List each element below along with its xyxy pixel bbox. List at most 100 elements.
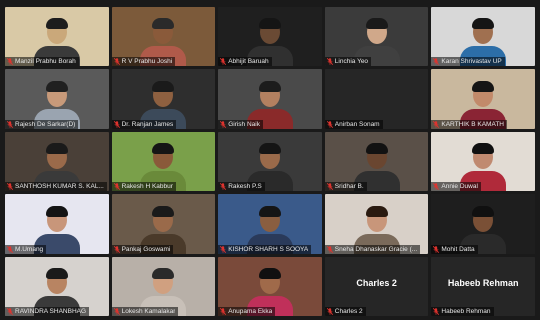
microphone-muted-icon (433, 183, 440, 191)
participant-name: Annie Duwal (441, 183, 478, 191)
participant-tile[interactable]: Sridhar B. (324, 131, 429, 192)
participant-tile[interactable]: Mohit Datta (431, 194, 535, 254)
participant-tile[interactable]: Pankaj Goswami (111, 194, 216, 254)
participant-name: Mohit Datta (441, 245, 475, 253)
microphone-muted-icon (220, 183, 227, 191)
microphone-muted-icon (326, 308, 333, 315)
participant-name: Lokesh Kamalakar (121, 308, 176, 315)
participant-name-label: Anirban Sonam (324, 119, 383, 129)
participant-name: Anupama Ekka (228, 308, 273, 315)
participant-name: Pankaj Goswami (121, 245, 171, 253)
participant-name-label: RAVINDRA SHANBHAG (5, 307, 90, 316)
participant-name: M.Umang (15, 245, 44, 253)
participant-name-label: Sridhar B. (324, 182, 367, 192)
participant-name: Dr. Ranjan James (121, 120, 174, 128)
participant-name-label: Annie Duwal (431, 182, 481, 192)
participant-name: KARTHIK B KAMATH (441, 120, 504, 128)
microphone-muted-icon (6, 120, 14, 128)
participant-name-label: Karan Shrivastav UP (431, 57, 505, 67)
microphone-muted-icon (6, 58, 14, 66)
participant-name-label: Rajesh De Sarkar(D) (5, 119, 79, 129)
participant-tile[interactable]: Charles 2 Charles 2 (324, 256, 429, 316)
participant-tile[interactable]: R V Prabhu Joshi (111, 7, 216, 67)
microphone-muted-icon (433, 120, 440, 128)
participant-name-label: Sneha Dhanaskar Gracie (... (324, 244, 421, 254)
participant-name-label: Mohit Datta (431, 244, 478, 254)
participant-tile[interactable]: Anirban Sonam (324, 69, 429, 129)
participant-name-label: KISHOR SHARH S SOOYA (218, 244, 312, 254)
microphone-muted-icon (220, 245, 227, 253)
participant-tile[interactable]: Linchia Yeo (324, 7, 429, 67)
participant-name: Karan Shrivastav UP (441, 58, 502, 66)
participant-tile[interactable]: Dr. Ranjan James (111, 69, 216, 129)
participant-name: R V Prabhu Joshi (121, 58, 173, 66)
microphone-muted-icon (220, 120, 227, 128)
participant-display-name: Habeeb Rehman (447, 278, 519, 289)
microphone-muted-icon (326, 120, 333, 128)
participant-name: Rajesh De Sarkar(D) (15, 120, 76, 128)
participant-name-label: KARTHIK B KAMATH (431, 119, 507, 129)
participant-name: Sridhar B. (334, 183, 364, 191)
participant-name: KISHOR SHARH S SOOYA (228, 245, 309, 253)
participant-tile[interactable]: Karan Shrivastav UP (431, 7, 535, 67)
participant-name-label: Charles 2 (324, 307, 366, 316)
participant-tile[interactable]: Girish Naik (218, 69, 322, 129)
participant-name-label: Girish Naik (218, 119, 263, 129)
microphone-muted-icon (220, 58, 227, 66)
video-gallery-grid: Manzil Prabhu Borah R V Prabhu Joshi Abhij… (5, 7, 535, 316)
participant-name-label: Habeeb Rehman (431, 307, 494, 316)
participant-tile[interactable]: KISHOR SHARH S SOOYA (218, 194, 322, 254)
microphone-muted-icon (113, 245, 120, 253)
participant-name-label: Linchia Yeo (324, 57, 372, 67)
participant-name-label: M.Umang (5, 244, 47, 254)
microphone-muted-icon (220, 308, 227, 315)
participant-tile[interactable]: Annie Duwal (431, 131, 535, 192)
participant-name: Sneha Dhanaskar Gracie (... (334, 245, 418, 253)
participant-name-label: Anupama Ekka (218, 307, 276, 316)
participant-tile[interactable]: KARTHIK B KAMATH (431, 69, 535, 129)
participant-tile[interactable]: Abhijit Baruah (218, 7, 322, 67)
participant-name-label: Abhijit Baruah (218, 57, 272, 67)
microphone-muted-icon (433, 58, 440, 66)
microphone-muted-icon (113, 183, 120, 191)
participant-tile[interactable]: M.Umang (5, 194, 109, 254)
participant-tile[interactable]: Sneha Dhanaskar Gracie (... (324, 194, 429, 254)
participant-tile[interactable]: SANTHOSH KUMAR S. KAL... (5, 131, 109, 192)
microphone-muted-icon (326, 183, 333, 191)
participant-tile[interactable]: Rakesh H Kabbur (111, 131, 216, 192)
participant-name: Manzil Prabhu Borah (15, 58, 76, 66)
microphone-muted-icon (6, 183, 14, 191)
participant-tile[interactable]: RAVINDRA SHANBHAG (5, 256, 109, 316)
microphone-muted-icon (113, 58, 120, 66)
participant-name: Rakesh P.S (228, 183, 262, 191)
microphone-muted-icon (433, 245, 440, 253)
participant-name: SANTHOSH KUMAR S. KAL... (15, 183, 104, 191)
microphone-muted-icon (113, 308, 120, 315)
microphone-muted-icon (433, 308, 440, 315)
participant-name: Linchia Yeo (334, 58, 369, 66)
microphone-muted-icon (326, 58, 333, 66)
participant-name: RAVINDRA SHANBHAG (15, 308, 87, 315)
participant-name-label: Manzil Prabhu Borah (5, 57, 79, 67)
participant-name: Abhijit Baruah (228, 58, 269, 66)
participant-tile[interactable]: Habeeb Rehman Habeeb Rehman (431, 256, 535, 316)
participant-name: Charles 2 (334, 308, 363, 315)
participant-name-label: Lokesh Kamalakar (111, 307, 179, 316)
microphone-muted-icon (326, 245, 333, 253)
participant-tile[interactable]: Anupama Ekka (218, 256, 322, 316)
participant-name-label: SANTHOSH KUMAR S. KAL... (5, 182, 107, 192)
participant-name-label: Rakesh H Kabbur (111, 182, 176, 192)
participant-name: Girish Naik (228, 120, 260, 128)
participant-name-label: R V Prabhu Joshi (111, 57, 176, 67)
participant-name: Anirban Sonam (334, 120, 380, 128)
participant-display-name: Charles 2 (356, 278, 397, 289)
participant-name-label: Rakesh P.S (218, 182, 265, 192)
participant-tile[interactable]: Rakesh P.S (218, 131, 322, 192)
participant-tile[interactable]: Lokesh Kamalakar (111, 256, 216, 316)
participant-tile[interactable]: Rajesh De Sarkar(D) (5, 69, 109, 129)
microphone-muted-icon (6, 245, 14, 253)
microphone-muted-icon (6, 308, 14, 315)
participant-name-label: Pankaj Goswami (111, 244, 174, 254)
participant-name-label: Dr. Ranjan James (111, 119, 177, 129)
participant-tile[interactable]: Manzil Prabhu Borah (5, 7, 109, 67)
